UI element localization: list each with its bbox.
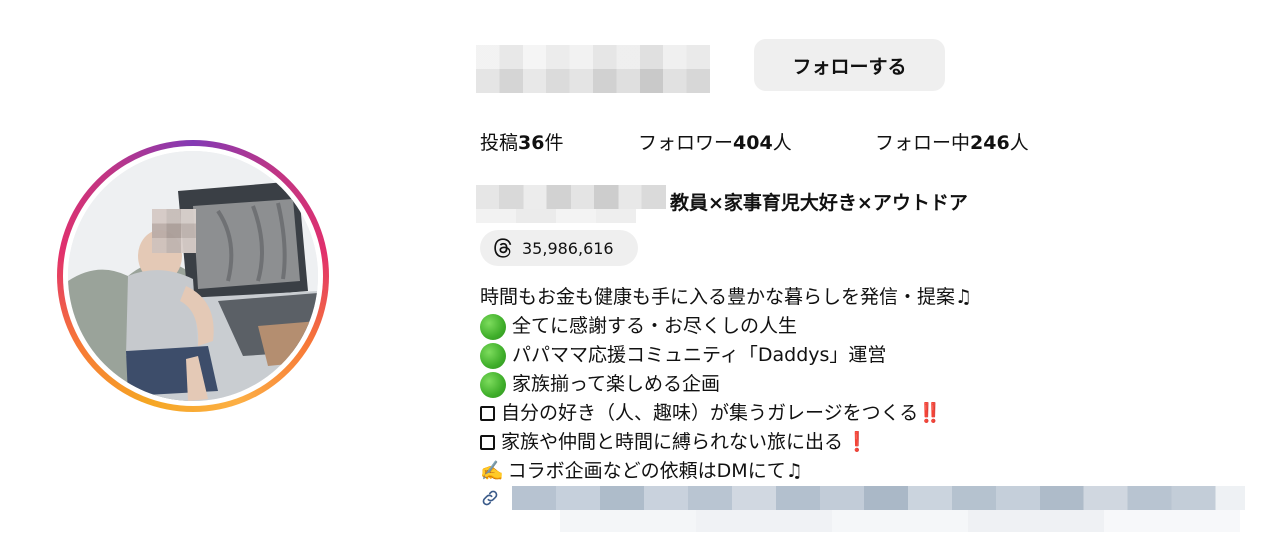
bio-text: パパママ応援コミュニティ「Daddys」運営 xyxy=(512,344,887,366)
face-blur xyxy=(152,209,196,253)
following-number: 246 xyxy=(970,132,1010,154)
profile-avatar-ring[interactable] xyxy=(57,140,329,412)
bio-line-5: 自分の好き（人、趣味）が集うガレージをつくる ‼️ xyxy=(480,399,972,428)
threads-count: 35,986,616 xyxy=(522,238,614,258)
external-link[interactable] xyxy=(480,486,1245,510)
writing-hand-icon: ✍️ xyxy=(480,460,504,482)
bio-text: 時間もお金も健康も手に入る豊かな暮らしを発信・提案♫ xyxy=(480,286,973,308)
bio: 時間もお金も健康も手に入る豊かな暮らしを発信・提案♫ 全てに感謝する・お尽くしの… xyxy=(480,283,972,486)
avatar-border xyxy=(63,146,323,406)
bio-line-6: 家族や仲間と時間に縛られない旅に出る ❗ xyxy=(480,428,972,457)
exclamation-icon: ❗ xyxy=(845,431,869,453)
bio-line-7: ✍️ コラボ企画などの依頼はDMにて♫ xyxy=(480,457,972,486)
avatar[interactable] xyxy=(68,151,318,401)
following-count[interactable]: フォロー中246人 xyxy=(875,128,1029,155)
display-name-blurred xyxy=(476,185,666,209)
bio-line-4: 家族揃って楽しめる企画 xyxy=(480,370,972,399)
checkbox-icon xyxy=(480,435,495,450)
threads-badge[interactable]: 35,986,616 xyxy=(480,230,638,266)
bio-text: 全てに感謝する・お尽くしの人生 xyxy=(512,315,798,337)
posts-number: 36 xyxy=(518,132,545,154)
bio-line-1: 時間もお金も健康も手に入る豊かな暮らしを発信・提案♫ xyxy=(480,283,972,312)
green-circle-icon xyxy=(480,313,506,340)
bio-text: 家族揃って楽しめる企画 xyxy=(512,373,721,395)
checkbox-icon xyxy=(480,406,495,421)
link-icon xyxy=(482,490,498,506)
followers-label: フォロワー xyxy=(638,132,734,154)
bio-line-2: 全てに感謝する・お尽くしの人生 xyxy=(480,312,972,341)
username-blurred xyxy=(476,45,710,93)
green-circle-icon xyxy=(480,371,506,398)
bio-text: コラボ企画などの依頼はDMにて♫ xyxy=(507,460,803,482)
link-url-blurred-lower xyxy=(560,510,1240,532)
followers-count[interactable]: フォロワー404人 xyxy=(638,128,792,155)
display-name-blurred-lower xyxy=(476,209,636,223)
bio-text: 家族や仲間と時間に縛られない旅に出る xyxy=(501,431,844,453)
bio-text: 自分の好き（人、趣味）が集うガレージをつくる xyxy=(501,402,919,424)
follow-button[interactable]: フォローする xyxy=(754,39,945,91)
followers-number: 404 xyxy=(733,132,773,154)
threads-icon xyxy=(494,238,512,258)
posts-label: 投稿 xyxy=(480,132,519,154)
double-exclamation-icon: ‼️ xyxy=(918,402,942,424)
bio-title: 教員×家事育児大好き×アウトドア xyxy=(670,192,968,214)
bio-line-3: パパママ応援コミュニティ「Daddys」運営 xyxy=(480,341,972,370)
following-label: フォロー中 xyxy=(875,132,971,154)
posts-count[interactable]: 投稿36件 xyxy=(480,128,563,155)
posts-unit: 件 xyxy=(544,132,564,154)
following-unit: 人 xyxy=(1009,132,1029,154)
followers-unit: 人 xyxy=(772,132,792,154)
green-circle-icon xyxy=(480,342,506,369)
avatar-photo xyxy=(68,151,318,401)
link-url-blurred[interactable] xyxy=(512,486,1245,510)
